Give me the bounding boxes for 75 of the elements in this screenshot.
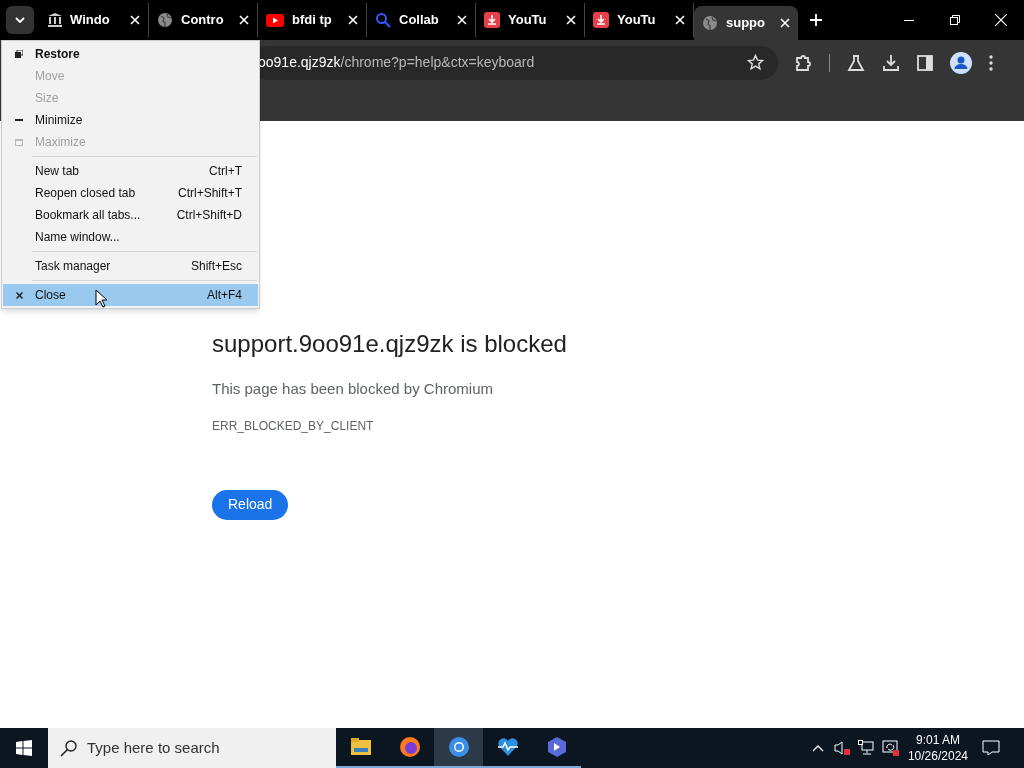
close-tab-icon[interactable] [239, 15, 249, 25]
close-tab-icon[interactable] [675, 15, 685, 25]
search-placeholder: Type here to search [87, 737, 220, 758]
download-app-icon [593, 12, 609, 28]
close-icon [15, 291, 23, 299]
flask-icon[interactable] [847, 53, 865, 72]
photos-icon [545, 736, 568, 758]
mouse-cursor-icon [95, 289, 107, 308]
tab-search-button[interactable] [6, 6, 34, 34]
puzzle-icon[interactable] [794, 53, 812, 72]
menu-item[interactable]: Name window... [3, 226, 258, 248]
close-tab-icon[interactable] [130, 15, 140, 25]
tab-title: YouTu [617, 11, 657, 30]
error-title: support.9oo91e.qjz9zk is blocked [212, 329, 567, 359]
menu-item[interactable]: Minimize [3, 109, 258, 131]
browser-tab[interactable]: bfdi tp [258, 3, 367, 37]
error-code: ERR_BLOCKED_BY_CLIENT [212, 417, 374, 435]
speaker-muted-icon[interactable] [833, 740, 850, 756]
error-message: This page has been blocked by Chromium [212, 379, 493, 399]
browser-tab[interactable]: Windo [40, 3, 149, 37]
tab-title: YouTu [508, 11, 548, 30]
globe-icon [702, 15, 718, 31]
clock-date: 10/26/2024 [907, 748, 968, 764]
download-icon[interactable] [882, 53, 900, 72]
restore-icon [950, 15, 960, 25]
maximize-icon [15, 138, 23, 146]
download-app-icon [484, 12, 500, 28]
tab-title: Windo [70, 11, 111, 30]
magnifier-icon [375, 12, 391, 28]
url-path: /chrome?p=help&ctx=keyboard [340, 53, 535, 72]
taskbar-app-button[interactable] [434, 728, 483, 768]
profile-icon[interactable] [950, 51, 972, 74]
browser-tab[interactable]: suppo [694, 6, 798, 40]
menu-item[interactable]: Bookmark all tabs... Ctrl+Shift+D [3, 204, 258, 226]
close-tab-icon[interactable] [457, 15, 467, 25]
notification-icon[interactable] [982, 740, 1000, 756]
minimize-icon [904, 19, 914, 21]
close-icon [995, 14, 1007, 26]
network-icon[interactable] [857, 740, 874, 756]
star-icon[interactable] [747, 54, 764, 71]
chevron-down-icon [15, 17, 25, 23]
tab-title: Contro [181, 11, 225, 30]
reload-button[interactable]: Reload [212, 489, 289, 520]
globe-icon [157, 12, 173, 28]
clock-time: 9:01 AM [915, 732, 960, 748]
menu-item[interactable]: Close Alt+F4 [3, 284, 258, 306]
restore-icon [15, 50, 23, 58]
tab-title: suppo [726, 14, 766, 33]
bank-icon [48, 13, 62, 27]
menu-item[interactable]: New tab Ctrl+T [3, 160, 258, 182]
play-logo-icon [266, 13, 284, 27]
menu-item[interactable]: Task manager Shift+Esc [3, 255, 258, 277]
browser-icon [447, 736, 470, 758]
menu-item[interactable]: Reopen closed tab Ctrl+Shift+T [3, 182, 258, 204]
taskbar-search-field[interactable]: Type here to search [48, 728, 336, 768]
close-tab-icon[interactable] [348, 15, 358, 25]
search-icon [60, 739, 78, 757]
windows-icon [16, 740, 32, 756]
heart-pulse-icon [496, 736, 519, 758]
browser-tab[interactable]: YouTu [476, 3, 585, 37]
plus-icon [810, 14, 822, 26]
chevron-up-icon[interactable] [811, 744, 824, 752]
tab-title: Collab [399, 11, 440, 30]
more-icon[interactable] [989, 54, 993, 71]
browser-tab[interactable]: Collab [367, 3, 476, 37]
browser-tab[interactable]: Contro [149, 3, 258, 37]
url-host: oo91e.qjz9zk [258, 53, 341, 72]
fox-globe-icon [398, 736, 421, 758]
browser-tab[interactable]: YouTu [585, 3, 694, 37]
folder-icon [349, 736, 372, 758]
close-tab-icon[interactable] [780, 18, 790, 28]
sync-icon[interactable] [881, 740, 900, 756]
close-tab-icon[interactable] [566, 15, 576, 25]
tab-title: bfdi tp [292, 11, 333, 30]
side-panel-icon[interactable] [917, 54, 933, 71]
